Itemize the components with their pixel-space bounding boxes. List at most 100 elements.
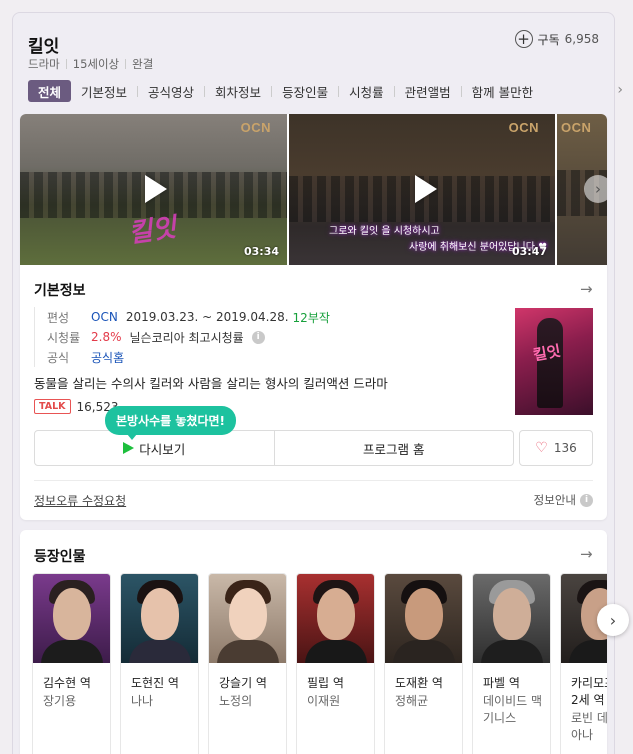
- drama-title[interactable]: 킬잇: [28, 32, 59, 57]
- rating-label: 시청률: [47, 330, 81, 345]
- report-error-link[interactable]: 정보오류 수정요청: [34, 492, 126, 509]
- cast-photo: [121, 574, 198, 663]
- cast-photo: [209, 574, 286, 663]
- cast-actor: 정해균: [395, 694, 429, 708]
- tab-bar: 전체 기본정보 공식영상 회차정보 등장인물 시청률 관련앨범 함께 볼만한: [28, 80, 612, 102]
- cast-actor: 데이비드 맥기니스: [483, 694, 543, 725]
- basic-info-card: OCN 킬잇 03:34 OCN 그로와 킬잇 을 시청하시고 사랑에 취해보신…: [20, 114, 607, 520]
- subscribe-label: 구독: [537, 32, 560, 47]
- program-home-button[interactable]: 프로그램 홈: [273, 431, 514, 465]
- cast-photo: [385, 574, 462, 663]
- subscribe-button[interactable]: + 구독 6,958: [514, 30, 599, 48]
- cast-role: 필립 역: [307, 676, 344, 690]
- rewatch-button[interactable]: 다시보기: [35, 431, 274, 465]
- cast-actor: 이재원: [307, 694, 341, 708]
- meta-rating: 15세이상: [72, 57, 120, 71]
- watch-button-group: 다시보기 프로그램 홈: [34, 430, 514, 466]
- synopsis: 동물을 살리는 수의사 킬러와 사람을 살리는 형사의 킬러액션 드라마: [34, 376, 388, 391]
- tab-cast[interactable]: 등장인물: [272, 80, 338, 102]
- cast-next-icon[interactable]: ›: [597, 604, 629, 636]
- arrow-right-icon[interactable]: →: [580, 545, 593, 563]
- cast-photo: [473, 574, 550, 663]
- like-count: 136: [553, 441, 577, 455]
- video-duration: 03:47: [511, 245, 547, 258]
- cast-item[interactable]: 카리모프 2세 역 로빈 데이아나: [560, 573, 607, 754]
- tab-official-video[interactable]: 공식영상: [138, 80, 204, 102]
- info-guide-label: 정보안내: [533, 493, 576, 507]
- like-button[interactable]: ♡ 136: [519, 430, 593, 466]
- video-caption: 그로와 킬잇 을 시청하시고: [329, 226, 440, 237]
- divider: [34, 480, 593, 481]
- video-duration: 03:34: [243, 245, 279, 258]
- tab-ratings[interactable]: 시청률: [339, 80, 394, 102]
- cast-title[interactable]: 등장인물: [34, 546, 86, 566]
- program-home-label: 프로그램 홈: [363, 441, 425, 457]
- broadcast-row: 편성 OCN 2019.03.23. ~ 2019.04.28. 12부작: [47, 307, 330, 327]
- cast-item[interactable]: 도재환 역 정해균: [384, 573, 463, 754]
- cast-actor: 장기용: [43, 694, 77, 708]
- channel-logo: OCN: [508, 120, 539, 135]
- tab-albums[interactable]: 관련앨범: [395, 80, 461, 102]
- broadcast-dates: 2019.03.23. ~ 2019.04.28.: [125, 310, 289, 324]
- official-row: 공식 공식홈: [47, 347, 330, 367]
- broadcast-channel-link[interactable]: OCN: [91, 310, 118, 324]
- play-icon[interactable]: [406, 172, 440, 206]
- info-guide-button[interactable]: 정보안내 i: [534, 492, 593, 508]
- rating-row: 시청률 2.8% 닐슨코리아 최고시청률 i: [47, 327, 330, 347]
- tab-all[interactable]: 전체: [28, 80, 72, 102]
- cast-item[interactable]: 김수현 역 장기용: [32, 573, 111, 754]
- talk-link[interactable]: TALK 16,523: [34, 399, 119, 414]
- rewatch-label: 다시보기: [139, 441, 186, 457]
- carousel-next-icon[interactable]: ›: [584, 175, 607, 203]
- cast-role: 카리모프 2세 역: [571, 676, 607, 707]
- meta-divider: [65, 59, 67, 69]
- official-label: 공식: [47, 350, 70, 365]
- cast-list: 김수현 역 장기용 도현진 역 나나 강슬기 역 노정의 필립 역 이재원 도재…: [32, 573, 607, 754]
- tab-episodes[interactable]: 회차정보: [205, 80, 271, 102]
- talk-badge: TALK: [34, 399, 71, 414]
- cast-item[interactable]: 파벨 역 데이비드 맥기니스: [472, 573, 551, 754]
- broadcast-label: 편성: [47, 310, 70, 325]
- cast-card: 등장인물 → 김수현 역 장기용 도현진 역 나나 강슬기 역 노정의 필립 역…: [20, 530, 607, 754]
- rewatch-tooltip: 본방사수를 놓쳤다면!: [105, 406, 237, 440]
- cast-item[interactable]: 도현진 역 나나: [120, 573, 199, 754]
- title-logo-text: 킬잇: [126, 212, 179, 250]
- heart-icon: ♡: [535, 440, 548, 456]
- video-thumbnail-1[interactable]: OCN 킬잇 03:34: [20, 114, 287, 265]
- cast-item[interactable]: 강슬기 역 노정의: [208, 573, 287, 754]
- title-logo: 킬잇: [126, 207, 179, 250]
- episode-count: 12부작: [292, 310, 330, 325]
- drama-meta: 드라마 15세이상 완결: [28, 56, 153, 72]
- cast-actor: 로빈 데이아나: [571, 711, 607, 742]
- channel-logo: OCN: [561, 120, 592, 135]
- cast-actor: 나나: [131, 694, 154, 708]
- cast-photo: [297, 574, 374, 663]
- plus-icon: +: [514, 30, 533, 48]
- official-home-link[interactable]: 공식홈: [91, 349, 124, 366]
- channel-logo: OCN: [240, 120, 271, 135]
- cast-actor: 노정의: [219, 694, 253, 708]
- poster-image[interactable]: 킬잇: [515, 308, 593, 415]
- cast-role: 도현진 역: [131, 676, 179, 690]
- cast-role: 강슬기 역: [219, 676, 267, 690]
- subscribe-count: 6,958: [564, 32, 599, 46]
- cast-item[interactable]: 필립 역 이재원: [296, 573, 375, 754]
- tab-recommended[interactable]: 함께 볼만한: [462, 80, 543, 102]
- cast-photo: [33, 574, 110, 663]
- info-icon[interactable]: i: [251, 330, 265, 344]
- meta-genre: 드라마: [28, 57, 60, 71]
- info-icon: i: [580, 493, 593, 507]
- play-icon[interactable]: [136, 172, 170, 206]
- cast-role: 도재환 역: [395, 676, 443, 690]
- basic-info-title[interactable]: 기본정보: [34, 280, 86, 300]
- cast-role: 김수현 역: [43, 676, 91, 690]
- info-rows: 편성 OCN 2019.03.23. ~ 2019.04.28. 12부작 시청…: [34, 307, 330, 367]
- video-thumbnail-2[interactable]: OCN 그로와 킬잇 을 시청하시고 사랑에 취해보신 분어있답니다 ♥ 03:…: [289, 114, 555, 265]
- rating-source: 닐슨코리아 최고시청률: [129, 330, 244, 345]
- cast-role: 파벨 역: [483, 676, 520, 690]
- meta-divider: [125, 59, 127, 69]
- tab-basic-info[interactable]: 기본정보: [71, 80, 137, 102]
- play-store-icon: [123, 442, 135, 454]
- chevron-right-icon[interactable]: ›: [617, 82, 623, 98]
- arrow-right-icon[interactable]: →: [580, 280, 593, 298]
